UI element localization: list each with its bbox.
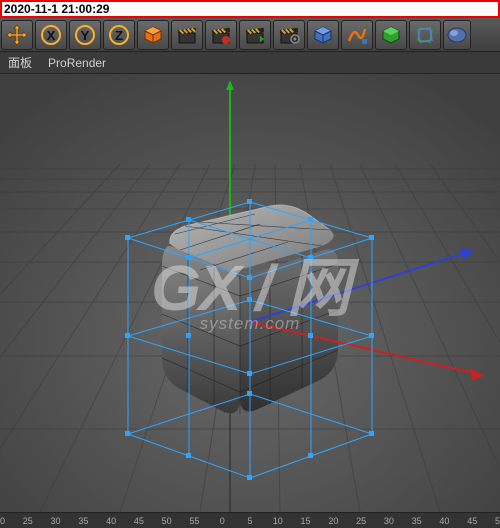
parent-tool-button[interactable] [137,20,169,50]
timeline-tick: 20 [328,516,338,526]
svg-text:Z: Z [115,28,123,43]
menu-panel[interactable]: 面板 [8,54,32,71]
viewport-3d[interactable]: GX / 网 system.com [0,74,500,512]
timeline-tick: 10 [273,516,283,526]
render-settings-button[interactable] [239,20,271,50]
timestamp-text: 2020-11-1 21:00:29 [4,2,109,16]
spline-icon [346,24,368,46]
timeline-tick: 40 [439,516,449,526]
render-region-button[interactable] [205,20,237,50]
move-tool-button[interactable] [1,20,33,50]
timeline-tick: 50 [162,516,172,526]
move-icon [6,24,28,46]
timeline-tick: 40 [106,516,116,526]
timeline-tick: 45 [134,516,144,526]
cube-blue-icon [312,24,334,46]
timeline-tick: 0 [220,516,225,526]
take-button[interactable] [273,20,305,50]
z-axis-icon: Z [108,24,130,46]
menu-prorender[interactable]: ProRender [48,56,106,70]
timeline-tick: 50 [495,516,500,526]
axis-x-button[interactable]: X [35,20,67,50]
timeline-tick: 15 [301,516,311,526]
cube-orange-icon [142,24,164,46]
timestamp-bar: 2020-11-1 21:00:29 [0,0,500,18]
timeline-tick: 5 [247,516,252,526]
svg-text:X: X [47,28,56,43]
timeline-tick: 35 [78,516,88,526]
add-deformer-button[interactable] [409,20,441,50]
add-generator-button[interactable] [375,20,407,50]
timeline-tick: 30 [384,516,394,526]
environment-icon [446,24,468,46]
add-cube-button[interactable] [307,20,339,50]
timeline-ruler[interactable]: 20 25 30 35 40 45 50 55 0 5 10 15 20 25 30 35 40 45 50 [0,512,500,528]
viewport-scene [0,74,500,512]
render-frame-button[interactable] [171,20,203,50]
timeline-tick: 25 [356,516,366,526]
axis-y-button[interactable]: Y [69,20,101,50]
viewport-menu-bar: 面板 ProRender [0,52,500,74]
generator-icon [380,24,402,46]
deformer-icon [414,24,436,46]
clapper2-icon [210,24,232,46]
clapper1-icon [176,24,198,46]
axis-z-button[interactable]: Z [103,20,135,50]
main-toolbar: X Y Z [0,18,500,52]
clapper4-icon [278,24,300,46]
clapper3-icon [244,24,266,46]
svg-text:Y: Y [81,28,90,43]
x-axis-icon: X [40,24,62,46]
timeline-tick: 55 [189,516,199,526]
add-environment-button[interactable] [443,20,471,50]
timeline-tick: 25 [23,516,33,526]
timeline-tick: 20 [0,516,5,526]
timeline-tick: 35 [412,516,422,526]
timeline-tick: 45 [467,516,477,526]
y-axis-icon: Y [74,24,96,46]
add-spline-button[interactable] [341,20,373,50]
timeline-tick: 30 [51,516,61,526]
